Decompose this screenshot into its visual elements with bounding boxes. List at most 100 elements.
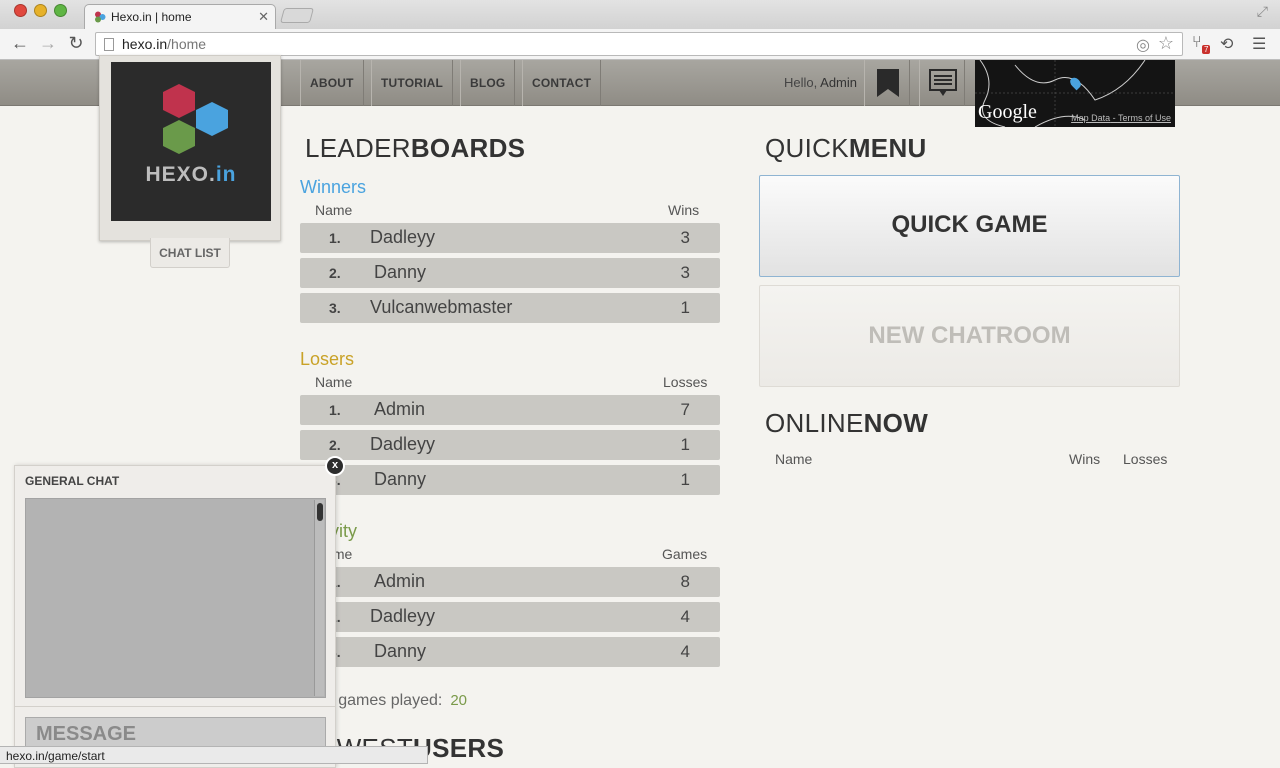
online-now-title: ONLINENOW	[765, 408, 928, 439]
new-chatroom-button[interactable]: NEW CHATROOM	[759, 285, 1180, 387]
leaderboards-title-light: LEADER	[305, 133, 411, 163]
leaderboards-title: LEADERBOARDS	[305, 133, 525, 164]
back-icon[interactable]: ←	[9, 33, 31, 54]
quickmenu-title-bold: MENU	[848, 133, 927, 163]
location-icon[interactable]: ◎	[1136, 35, 1150, 55]
greeting-label: Hello,	[784, 75, 818, 90]
menu-icon[interactable]: ☰	[1252, 34, 1266, 54]
row-rank: 1.	[329, 402, 341, 418]
map-link-separator: -	[1110, 113, 1118, 123]
chat-scrollbar-thumb[interactable]	[317, 503, 323, 521]
online-col-losses: Losses	[1123, 451, 1168, 467]
chat-list-button[interactable]: CHAT LIST	[150, 238, 230, 268]
row-name: Dadleyy	[370, 227, 436, 247]
new-tab-button[interactable]	[279, 8, 315, 23]
chat-bubble-icon	[929, 69, 957, 96]
row-name: Admin	[374, 399, 426, 419]
window-minimize-button[interactable]	[34, 4, 47, 17]
sync-extension-icon[interactable]: ⟲	[1220, 34, 1233, 54]
winners-col-wins: Wins	[668, 202, 700, 218]
online-now-title-light: ONLINE	[765, 408, 864, 438]
nav-blog[interactable]: BLOG	[460, 60, 516, 106]
row-name: Admin	[374, 571, 426, 591]
logo-card[interactable]: HEXO.in	[99, 55, 281, 241]
window-close-button[interactable]	[14, 4, 27, 17]
browser-tab[interactable]: Hexo.in | home ✕	[84, 4, 276, 29]
extension-badge: 7	[1202, 45, 1211, 54]
row-name: Vulcanwebmaster	[370, 297, 513, 317]
total-games-value: 20	[450, 692, 467, 709]
row-name: Danny	[374, 469, 427, 489]
row-name: Dadleyy	[370, 434, 436, 454]
hexo-favicon-icon	[95, 11, 106, 23]
table-row[interactable]: 3.Danny1	[300, 465, 720, 495]
table-row[interactable]: 2. Danny 3	[300, 258, 720, 288]
hexo-logo: HEXO.in	[111, 62, 271, 221]
row-value: 1	[680, 435, 690, 454]
chat-messages[interactable]	[25, 498, 326, 698]
row-rank: 3.	[329, 300, 341, 316]
online-col-wins: Wins	[1069, 451, 1101, 467]
row-name: Dadleyy	[370, 606, 436, 626]
google-logo: Google	[978, 101, 1037, 123]
nav-tutorial[interactable]: TUTORIAL	[371, 60, 454, 106]
bookmark-button[interactable]	[864, 60, 910, 106]
table-row[interactable]: 2.Dadleyy4	[300, 602, 720, 632]
activity-col-games: Games	[662, 546, 708, 562]
online-col-name: Name	[775, 451, 813, 467]
bookmark-icon	[877, 69, 899, 97]
table-row[interactable]: 1. Admin 7	[300, 395, 720, 425]
page-icon	[104, 38, 114, 51]
quickmenu-title-light: QUICK	[765, 133, 849, 163]
quick-game-button[interactable]: QUICK GAME	[759, 175, 1180, 277]
losers-col-name: Name	[315, 374, 353, 390]
status-bar: hexo.in/game/start	[0, 746, 428, 764]
row-value: 4	[680, 642, 690, 661]
losers-heading: Losers	[300, 349, 355, 369]
fullscreen-icon[interactable]: ⤢	[1257, 3, 1268, 20]
table-row[interactable]: 2. Dadleyy 1	[300, 430, 720, 460]
user-name[interactable]: Admin	[820, 75, 857, 90]
browser-tabbar: Hexo.in | home ✕ ⤢	[0, 0, 1280, 29]
row-value: 3	[680, 263, 690, 282]
row-value: 8	[680, 572, 690, 591]
table-row[interactable]: 1. Dadleyy 3	[300, 223, 720, 253]
losers-col-losses: Losses	[663, 374, 708, 390]
forward-icon[interactable]: →	[37, 33, 59, 54]
map-links: Map Data - Terms of Use	[1071, 113, 1171, 123]
nav-contact[interactable]: CONTACT	[522, 60, 602, 106]
greeting: Hello, Admin	[784, 75, 857, 90]
bookmark-star-icon[interactable]: ☆	[1158, 33, 1174, 54]
url-host: hexo.in	[122, 36, 168, 52]
row-rank: 1.	[329, 230, 341, 246]
winners-heading: Winners	[300, 177, 367, 197]
address-bar[interactable]: hexo.in/home ◎ ☆	[95, 32, 1183, 56]
chat-scrollbar[interactable]	[314, 500, 324, 696]
logo-text-in: in	[215, 163, 237, 186]
messages-button[interactable]	[919, 60, 965, 106]
table-row[interactable]: 3.Danny4	[300, 637, 720, 667]
row-value: 7	[680, 400, 690, 419]
tab-title: Hexo.in | home	[111, 10, 192, 24]
map-widget[interactable]: Google Map Data - Terms of Use	[975, 60, 1175, 127]
winners-col-name: Name	[315, 202, 353, 218]
general-chat-panel: GENERAL CHAT MESSAGE	[14, 465, 336, 768]
chat-title: GENERAL CHAT	[25, 474, 120, 488]
leaderboards-title-bold: BOARDS	[410, 133, 526, 163]
table-row[interactable]: 1.Admin8	[300, 567, 720, 597]
nav-about[interactable]: ABOUT	[300, 60, 364, 106]
logo-text-hexo: HEXO.	[145, 163, 216, 186]
row-rank: 2.	[329, 437, 341, 453]
chat-divider	[15, 706, 335, 707]
row-value: 1	[680, 298, 690, 317]
reload-icon[interactable]: ↻	[65, 33, 87, 54]
row-value: 3	[680, 228, 690, 247]
terms-of-use-link[interactable]: Terms of Use	[1118, 113, 1171, 123]
map-data-link[interactable]: Map Data	[1071, 113, 1110, 123]
window-maximize-button[interactable]	[54, 4, 67, 17]
table-row[interactable]: 3. Vulcanwebmaster 1	[300, 293, 720, 323]
close-chat-button[interactable]: x	[325, 456, 345, 476]
tab-close-icon[interactable]: ✕	[258, 9, 269, 25]
extension-icon[interactable]: ⑂	[1192, 34, 1202, 52]
online-now-title-bold: NOW	[863, 408, 929, 438]
